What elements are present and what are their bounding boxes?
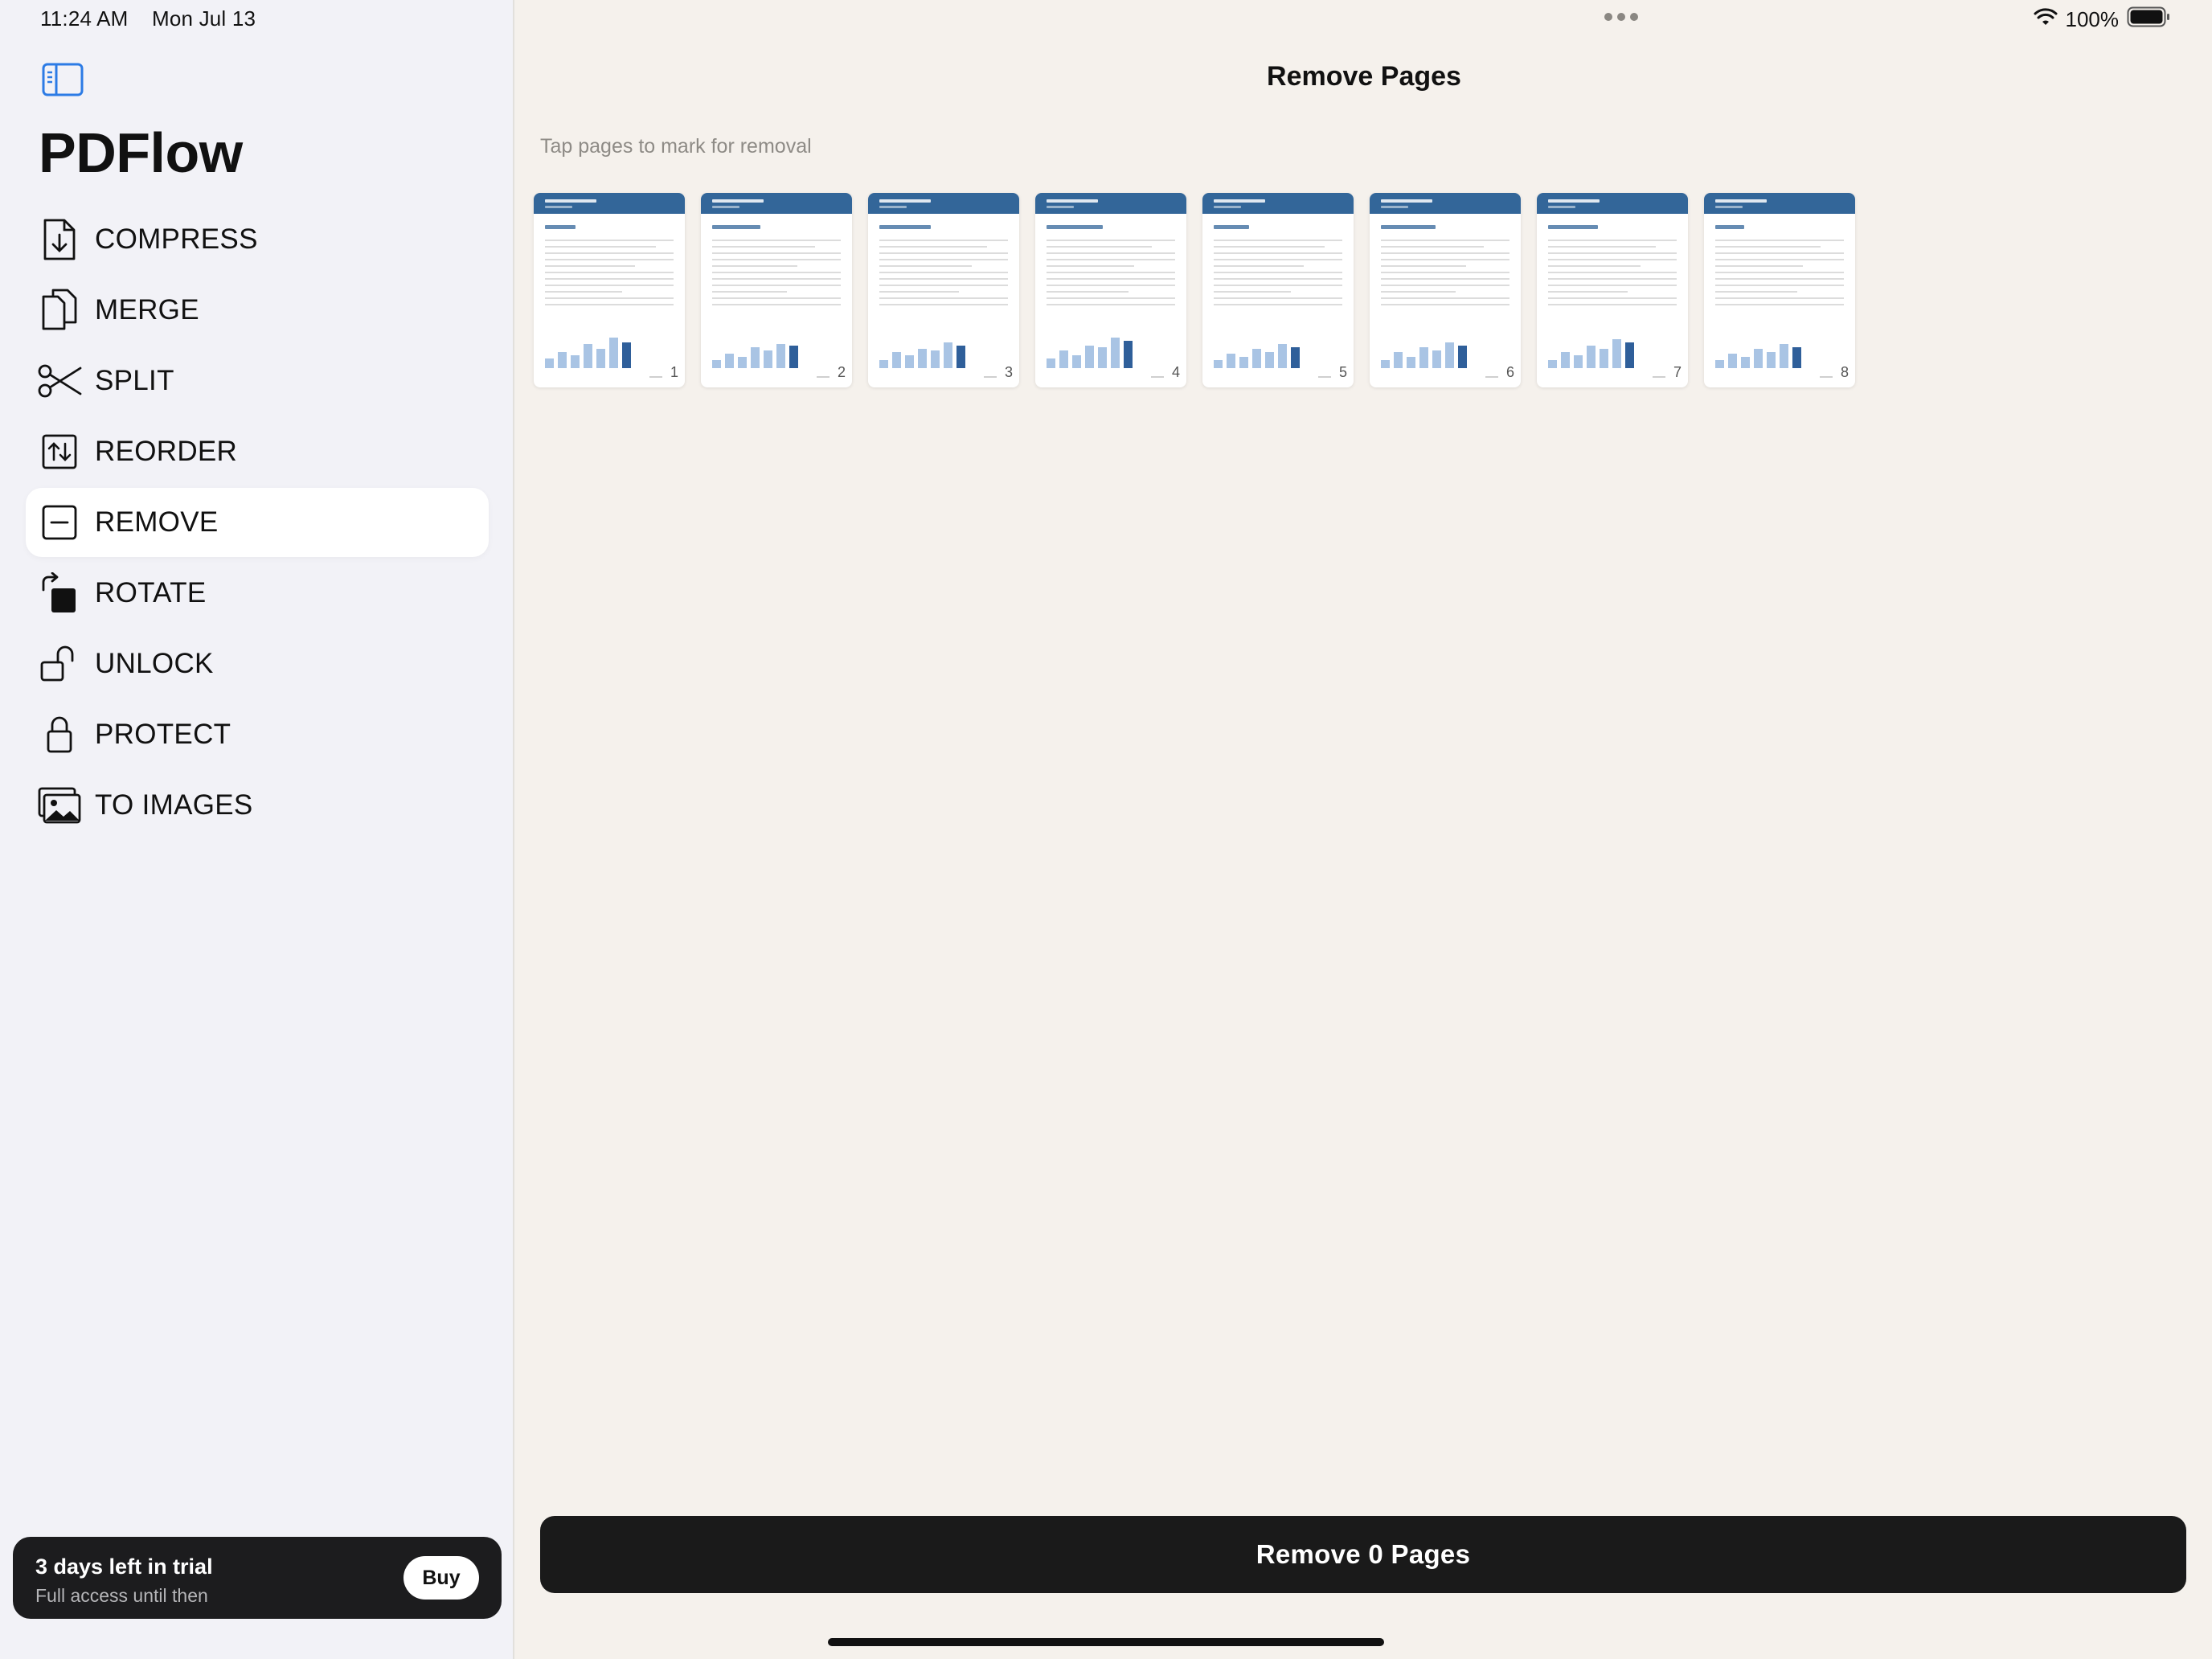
sidebar-item-remove[interactable]: REMOVE [26,488,489,557]
page-thumbnail[interactable]: 4 [1035,193,1186,387]
unlock-icon [37,641,82,686]
sidebar-item-rotate[interactable]: ROTATE [26,559,489,628]
page-thumbnail[interactable]: 7 [1537,193,1688,387]
multitasking-menu-icon[interactable] [1604,13,1638,21]
instruction-text: Tap pages to mark for removal [540,135,812,158]
page-thumbnail[interactable]: 5 [1202,193,1354,387]
sidebar-nav: COMPRESS MERGE SPLIT REORDER REMOVE ROTA… [26,205,489,842]
page-title: Remove Pages [1267,61,1461,92]
images-icon [37,783,82,828]
home-indicator [828,1638,1384,1646]
page-number: 7 [1673,364,1682,380]
page-number: 8 [1840,364,1849,380]
sidebar-item-label: PROTECT [95,719,231,750]
main-content: 100% Remove Pages Tap pages to mark for … [516,0,2212,1659]
sidebar-item-compress[interactable]: COMPRESS [26,205,489,274]
remove-pages-button[interactable]: Remove 0 Pages [540,1516,2186,1593]
remove-icon [37,500,82,545]
sidebar-item-reorder[interactable]: REORDER [26,417,489,486]
buy-button[interactable]: Buy [403,1556,479,1600]
page-thumbnail[interactable]: 2 [701,193,852,387]
sidebar: 11:24 AM Mon Jul 13 PDFlow COMPRESS MERG… [0,0,514,1659]
page-number: 2 [837,364,846,380]
rotate-icon [37,571,82,616]
trial-title: 3 days left in trial [35,1555,213,1579]
sidebar-item-label: TO IMAGES [95,789,253,821]
compress-icon [37,217,82,262]
page-number: 4 [1171,364,1180,380]
page-thumbnail[interactable]: 6 [1370,193,1521,387]
sidebar-item-split[interactable]: SPLIT [26,346,489,416]
sidebar-item-label: REORDER [95,436,238,467]
battery-icon [2127,6,2170,33]
sidebar-item-unlock[interactable]: UNLOCK [26,629,489,698]
page-thumbnail[interactable]: 8 [1704,193,1855,387]
sidebar-item-label: UNLOCK [95,648,214,679]
sidebar-item-to-images[interactable]: TO IMAGES [26,771,489,840]
sidebar-item-label: REMOVE [95,506,219,538]
page-thumbnail[interactable]: 1 [534,193,685,387]
sidebar-toggle-icon[interactable] [42,63,84,100]
trial-banner: 3 days left in trial Full access until t… [13,1537,502,1619]
lock-icon [37,712,82,757]
page-number: 5 [1338,364,1347,380]
page-thumbnail[interactable]: 3 [868,193,1019,387]
status-bar-right: 100% [2034,6,2171,33]
trial-subtitle: Full access until then [35,1585,208,1606]
scissors-icon [37,358,82,403]
battery-percentage: 100% [2065,7,2120,31]
sidebar-item-label: SPLIT [95,365,174,396]
sidebar-item-protect[interactable]: PROTECT [26,700,489,769]
status-time: 11:24 AM [40,6,129,31]
page-number: 6 [1505,364,1514,380]
status-bar-left: 11:24 AM Mon Jul 13 [40,6,273,31]
sidebar-item-merge[interactable]: MERGE [26,276,489,345]
sidebar-item-label: COMPRESS [95,223,258,255]
app-title: PDFlow [39,121,243,184]
sidebar-item-label: ROTATE [95,577,207,608]
page-thumbnail-grid: 1 2 3 4 5 6 7 8 [534,193,1855,387]
status-date: Mon Jul 13 [151,6,256,31]
wifi-icon [2034,7,2058,32]
page-number: 1 [670,364,678,380]
sidebar-item-label: MERGE [95,294,199,326]
merge-icon [37,288,82,333]
reorder-icon [37,429,82,474]
page-number: 3 [1004,364,1013,380]
